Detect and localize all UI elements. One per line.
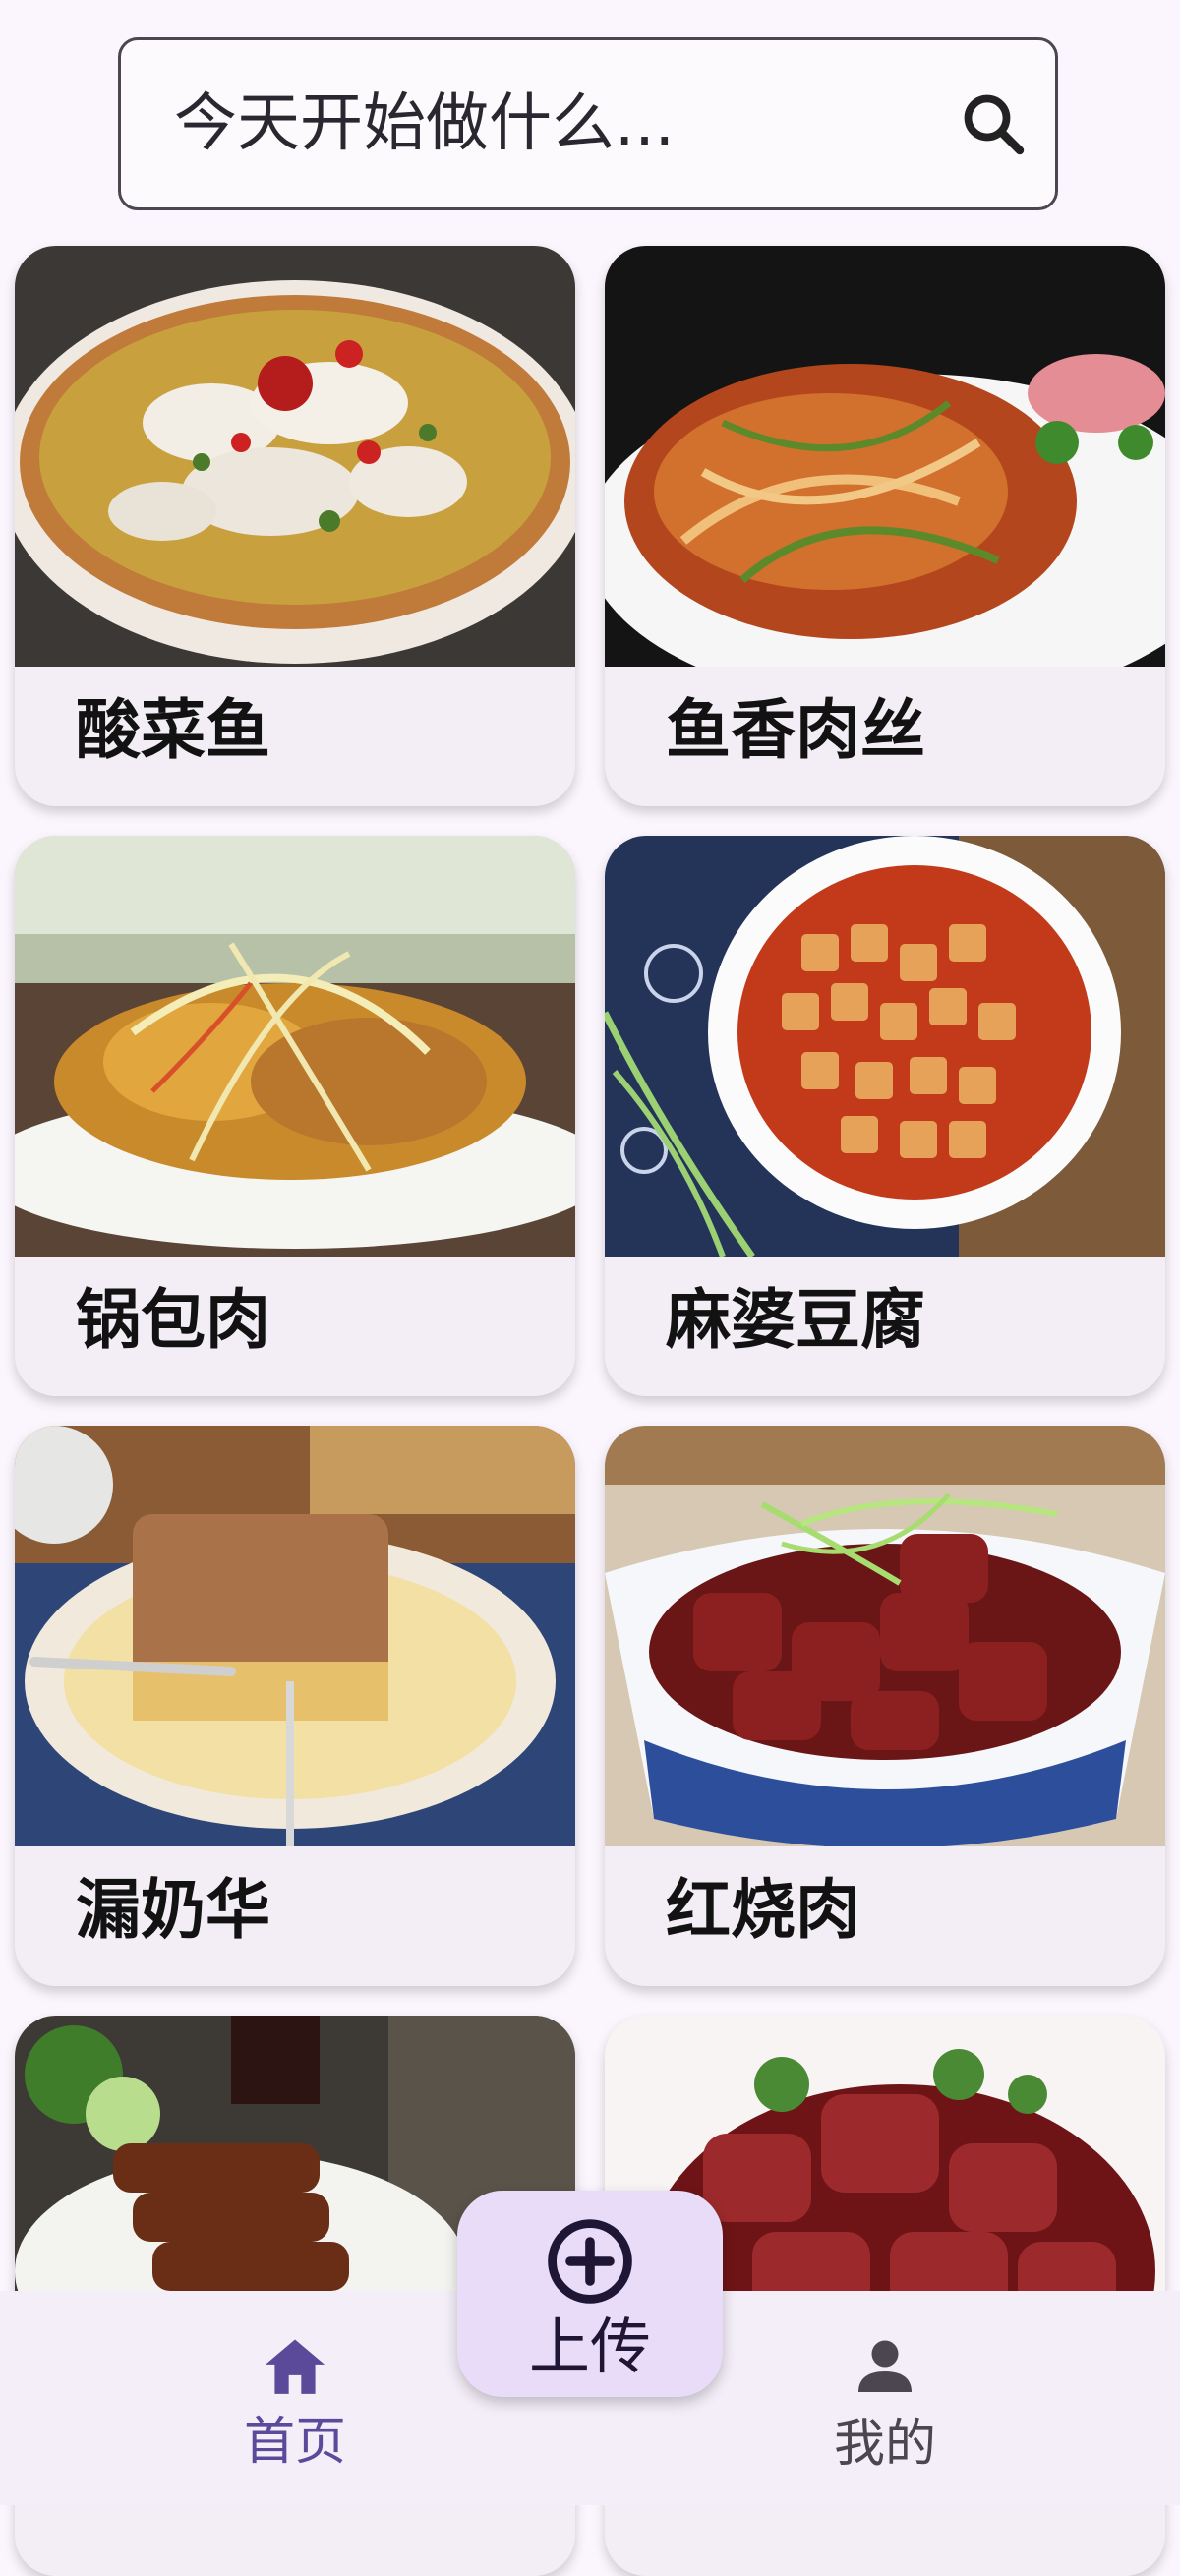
dish-title: 锅包肉 (76, 1282, 270, 1358)
dish-card-lounaihua[interactable]: 漏奶华 (15, 1426, 575, 1986)
home-icon[interactable] (258, 2330, 332, 2409)
dish-photo (15, 246, 575, 667)
nav-mine[interactable]: 我的 (738, 2291, 1032, 2505)
search-input[interactable] (174, 88, 958, 160)
dish-title: 漏奶华 (76, 1872, 270, 1948)
upload-button[interactable]: 上传 (457, 2191, 723, 2397)
search-icon[interactable] (958, 87, 1029, 161)
dish-title: 酸菜鱼 (76, 692, 270, 768)
upload-label: 上传 (528, 2311, 651, 2382)
dish-photo (605, 246, 1165, 667)
dish-card-guobaorou[interactable]: 锅包肉 (15, 836, 575, 1396)
dish-photo (605, 1426, 1165, 1846)
dish-card-mapodoufu[interactable]: 麻婆豆腐 (605, 836, 1165, 1396)
dish-photo (605, 836, 1165, 1257)
dish-photo (15, 836, 575, 1257)
dish-title: 麻婆豆腐 (666, 1282, 925, 1358)
nav-home[interactable]: 首页 (148, 2291, 442, 2505)
dish-photo (15, 1426, 575, 1846)
dish-title: 红烧肉 (666, 1872, 860, 1948)
dish-card-suancaiyu[interactable]: 酸菜鱼 (15, 246, 575, 806)
nav-home-label: 首页 (243, 2413, 346, 2472)
dish-card-yuxiangrousi[interactable]: 鱼香肉丝 (605, 246, 1165, 806)
dish-card-hongshaorou[interactable]: 红烧肉 (605, 1426, 1165, 1986)
person-icon[interactable] (850, 2330, 920, 2405)
add-circle-icon (543, 2214, 637, 2313)
search-bar[interactable] (118, 37, 1058, 210)
nav-mine-label: 我的 (833, 2415, 936, 2474)
dish-title: 鱼香肉丝 (666, 692, 925, 768)
